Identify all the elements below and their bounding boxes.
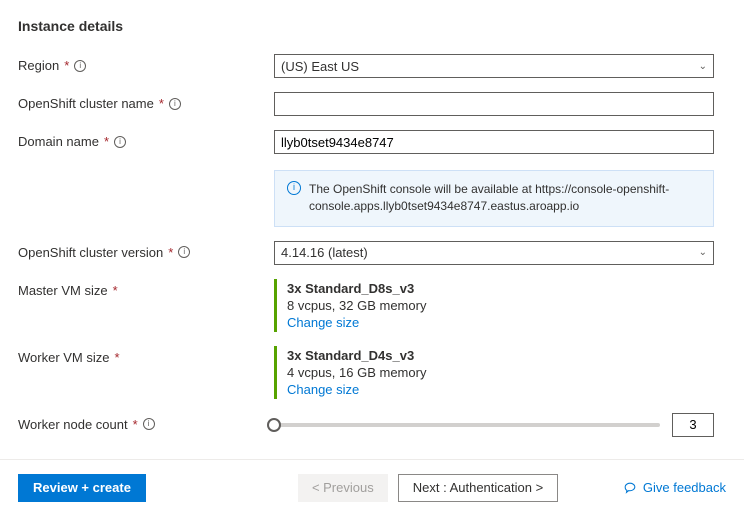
- cluster-name-input[interactable]: [274, 92, 714, 116]
- worker-vm-block: 3x Standard_D4s_v3 4 vcpus, 16 GB memory…: [274, 346, 714, 399]
- row-cluster-version: OpenShift cluster version * i 4.14.16 (l…: [18, 241, 726, 265]
- row-worker-vm: Worker VM size * 3x Standard_D4s_v3 4 vc…: [18, 346, 726, 399]
- chevron-down-icon: ⌄: [699, 247, 707, 258]
- row-region: Region * i (US) East US ⌄: [18, 54, 726, 78]
- row-info-callout: i The OpenShift console will be availabl…: [18, 168, 726, 227]
- review-create-button[interactable]: Review + create: [18, 474, 146, 502]
- worker-vm-title: 3x Standard_D4s_v3: [287, 348, 714, 363]
- chevron-down-icon: ⌄: [699, 61, 707, 72]
- master-vm-title: 3x Standard_D8s_v3: [287, 281, 714, 296]
- row-master-vm: Master VM size * 3x Standard_D8s_v3 8 vc…: [18, 279, 726, 332]
- label-domain-name: Domain name: [18, 134, 99, 149]
- info-icon[interactable]: i: [178, 246, 190, 258]
- region-value: (US) East US: [281, 59, 359, 74]
- give-feedback-link[interactable]: Give feedback: [623, 480, 726, 495]
- feedback-icon: [623, 481, 637, 495]
- worker-vm-change-link[interactable]: Change size: [287, 382, 359, 397]
- required-asterisk: *: [115, 350, 120, 365]
- previous-button: < Previous: [298, 474, 388, 502]
- worker-vm-spec: 4 vcpus, 16 GB memory: [287, 365, 714, 380]
- domain-name-input[interactable]: [274, 130, 714, 154]
- row-cluster-name: OpenShift cluster name * i: [18, 92, 726, 116]
- label-worker-count: Worker node count: [18, 417, 128, 432]
- cluster-version-value: 4.14.16 (latest): [281, 245, 368, 260]
- label-region: Region: [18, 58, 59, 73]
- row-worker-count: Worker node count * i: [18, 413, 726, 437]
- master-vm-change-link[interactable]: Change size: [287, 315, 359, 330]
- required-asterisk: *: [113, 283, 118, 298]
- feedback-label: Give feedback: [643, 480, 726, 495]
- info-icon[interactable]: i: [169, 98, 181, 110]
- section-title: Instance details: [18, 18, 726, 34]
- row-domain-name: Domain name * i: [18, 130, 726, 154]
- info-icon[interactable]: i: [114, 136, 126, 148]
- info-callout-text: The OpenShift console will be available …: [309, 181, 701, 216]
- slider-thumb[interactable]: [267, 418, 281, 432]
- label-cluster-name: OpenShift cluster name: [18, 96, 154, 111]
- required-asterisk: *: [168, 245, 173, 260]
- cluster-version-select[interactable]: 4.14.16 (latest) ⌄: [274, 241, 714, 265]
- label-cluster-version: OpenShift cluster version: [18, 245, 163, 260]
- label-worker-vm: Worker VM size: [18, 350, 110, 365]
- master-vm-block: 3x Standard_D8s_v3 8 vcpus, 32 GB memory…: [274, 279, 714, 332]
- worker-count-input[interactable]: [672, 413, 714, 437]
- master-vm-spec: 8 vcpus, 32 GB memory: [287, 298, 714, 313]
- info-callout: i The OpenShift console will be availabl…: [274, 170, 714, 227]
- region-select[interactable]: (US) East US ⌄: [274, 54, 714, 78]
- required-asterisk: *: [159, 96, 164, 111]
- required-asterisk: *: [104, 134, 109, 149]
- info-icon[interactable]: i: [143, 418, 155, 430]
- required-asterisk: *: [133, 417, 138, 432]
- worker-count-slider[interactable]: [274, 423, 660, 427]
- info-icon[interactable]: i: [74, 60, 86, 72]
- label-master-vm: Master VM size: [18, 283, 108, 298]
- required-asterisk: *: [64, 58, 69, 73]
- footer: Review + create < Previous Next : Authen…: [18, 460, 726, 518]
- next-button[interactable]: Next : Authentication >: [398, 474, 558, 502]
- info-icon: i: [287, 181, 301, 195]
